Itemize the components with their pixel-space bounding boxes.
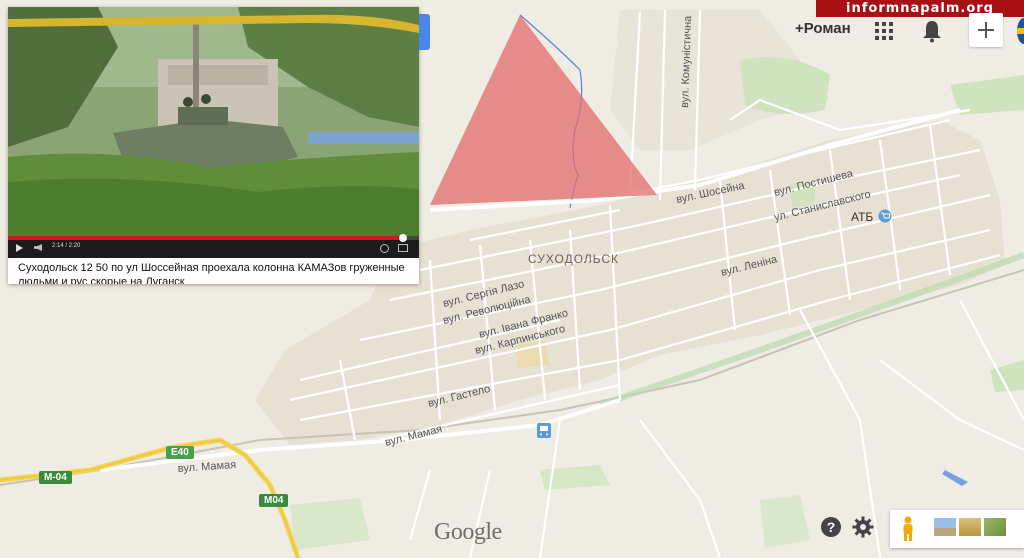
pegman-icon[interactable] [900,516,916,542]
road-badge-e40: E40 [166,446,194,459]
fullscreen-icon[interactable] [398,244,408,252]
bus-icon[interactable] [537,423,551,438]
scroll-handle[interactable] [419,14,430,50]
cart-icon[interactable] [878,209,892,223]
gear-icon[interactable] [850,514,876,540]
svg-text:?: ? [827,519,836,535]
imagery-selector[interactable] [890,510,1024,548]
progress-fill [8,236,403,240]
video-frame[interactable] [8,7,419,236]
street-label: вул. Мамая [177,459,236,475]
volume-icon[interactable] [34,244,42,251]
park [760,495,810,548]
road-badge-m04: M-04 [39,471,72,484]
video-thumbnail [8,7,419,236]
imagery-thumbnail[interactable] [934,518,956,536]
highway-m04 [0,437,301,558]
plus-icon[interactable] [969,13,1003,47]
imagery-thumbnail[interactable] [984,518,1006,536]
pond [942,470,968,486]
imagery-thumbnail[interactable] [959,518,981,536]
play-icon[interactable] [16,244,23,252]
park [950,75,1024,115]
video-time: 2:14 / 2:20 [52,243,81,249]
question-icon[interactable]: ? [818,514,844,540]
grid-icon[interactable] [870,17,898,45]
video-caption: Суходольск 12 50 по ул Шоссейная проехал… [18,262,405,284]
poi-label[interactable]: АТБ [851,210,873,224]
town-label: СУХОДОЛЬСК [528,252,619,266]
road-badge-m04: M04 [259,494,289,507]
google-logo: Google [434,519,502,545]
settings-small-icon[interactable] [380,244,389,253]
avatar[interactable] [1017,18,1024,44]
video-card[interactable]: 2:14 / 2:20 Суходольск 12 50 по ул Шоссе… [8,7,419,284]
highway-m04-outline [0,439,299,558]
video-controls[interactable]: 2:14 / 2:20 [8,234,419,258]
user-name[interactable]: +Роман [795,20,851,37]
park [290,498,370,550]
progress-handle[interactable] [398,234,407,242]
bell-icon[interactable] [918,17,946,45]
progress-track[interactable] [8,234,419,242]
